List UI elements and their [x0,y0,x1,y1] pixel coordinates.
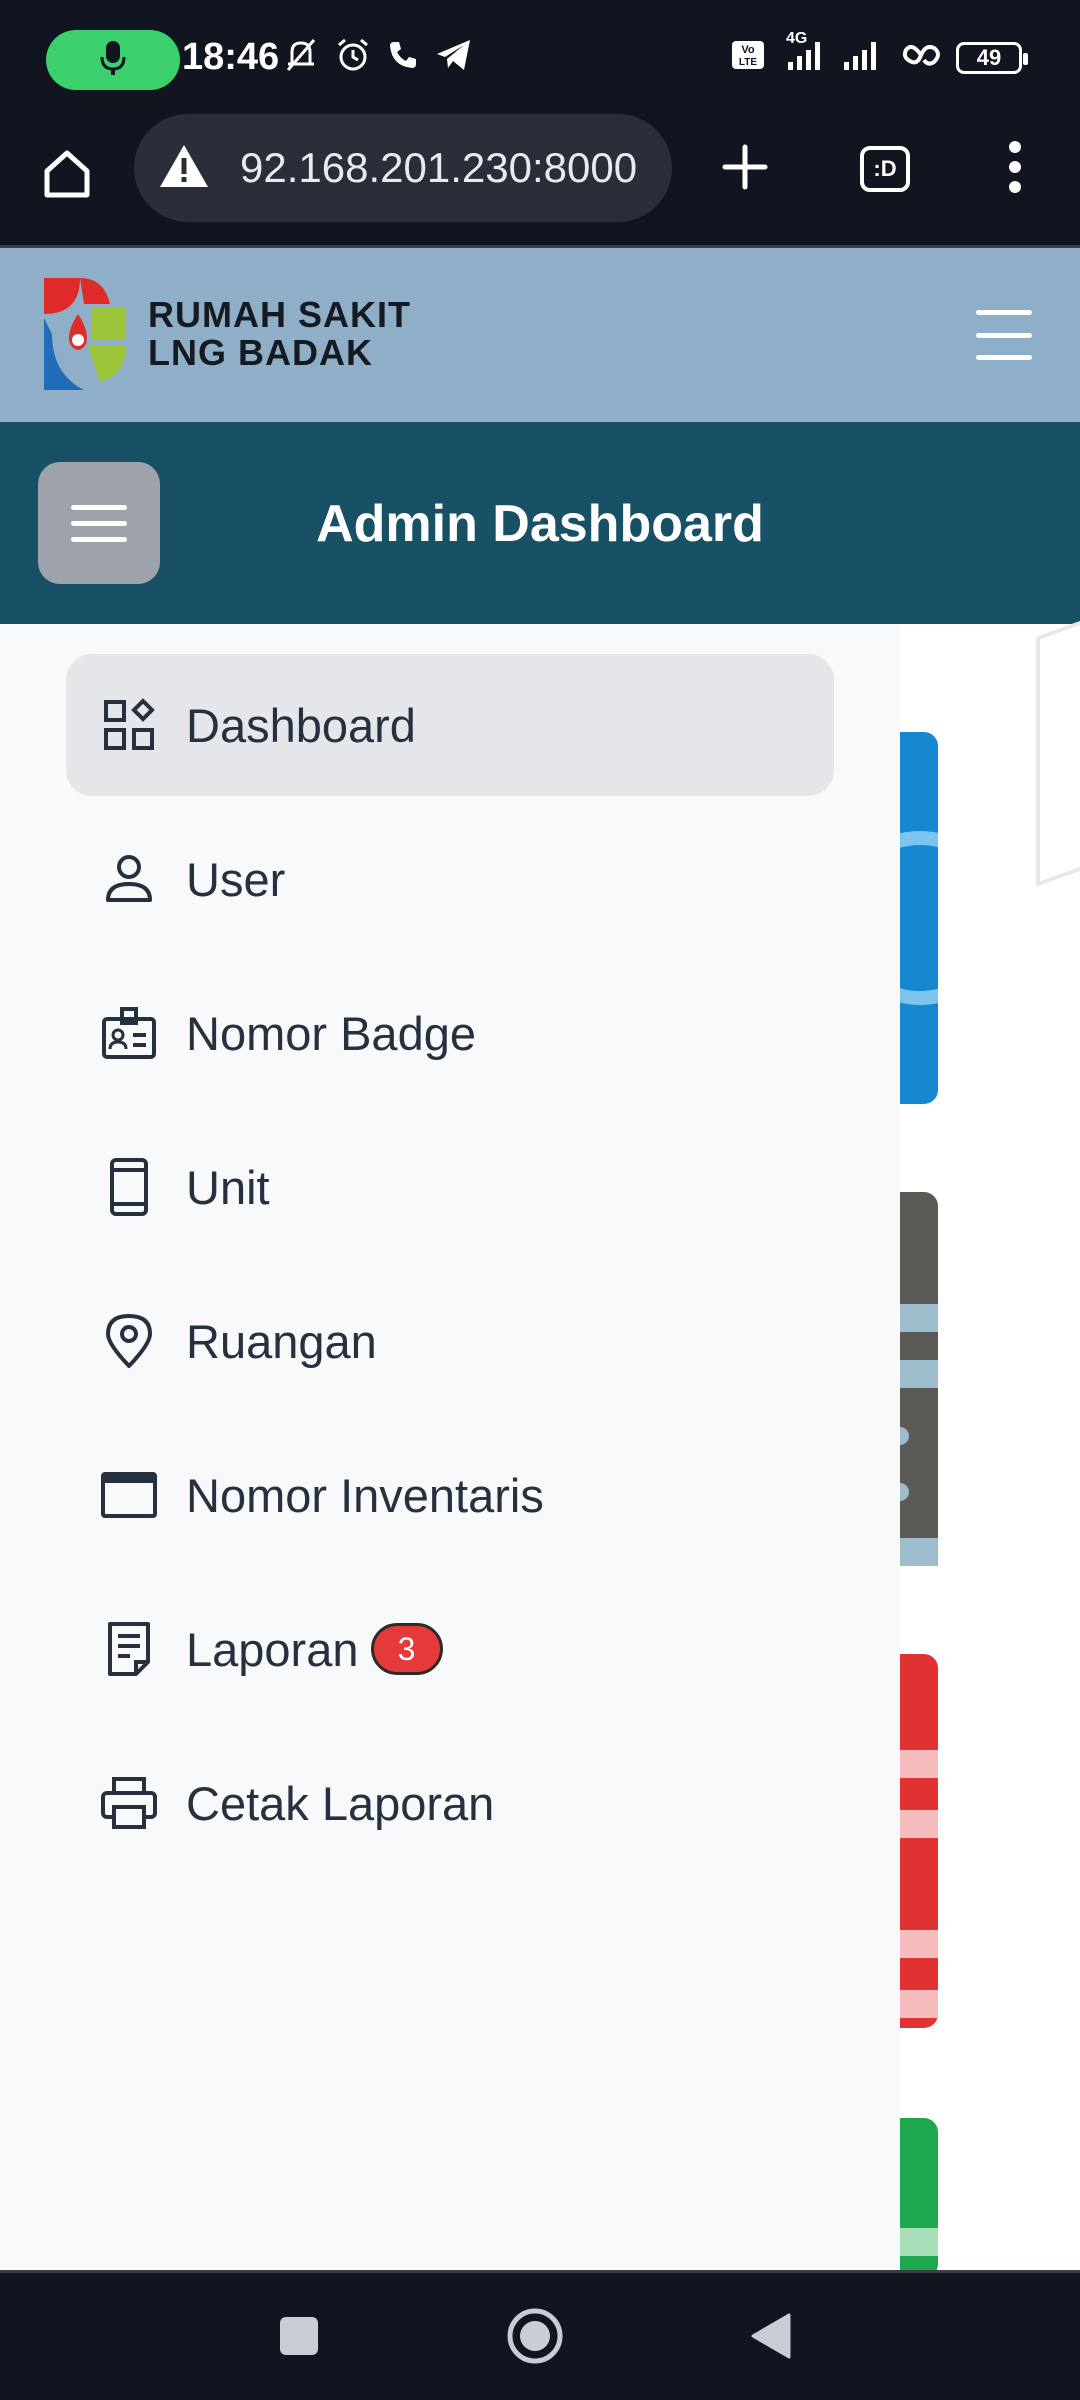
stat-card-red[interactable] [900,1654,938,2028]
home-icon [39,145,95,206]
browser-toolbar: 92.168.201.230:8000 :D [0,114,1080,248]
report-icon [100,1620,158,1678]
address-bar[interactable]: 92.168.201.230:8000 [134,114,672,222]
more-vert-icon [1005,140,1025,199]
new-tab-button[interactable] [710,134,780,204]
printer-icon [100,1774,158,1832]
call-icon [386,38,420,77]
svg-text:Vo: Vo [741,44,755,56]
brand-line-2: LNG BADAK [148,332,373,373]
device-icon [100,1158,158,1216]
mic-indicator[interactable] [46,30,180,90]
sidebar-item-cetak-laporan[interactable]: Cetak Laporan [66,1732,834,1874]
svg-text:LTE: LTE [739,57,757,68]
stat-card-gray[interactable] [891,1192,938,1566]
back-triangle-icon [749,2311,793,2366]
browser-menu-button[interactable] [980,134,1050,204]
background-decoration [1036,615,1080,887]
system-navigation-bar [0,2270,1080,2400]
hotspot-icon [900,38,942,77]
home-button[interactable] [32,140,102,210]
brand-line-1: RUMAH SAKIT [148,294,411,335]
hospital-logo[interactable] [40,274,130,394]
battery-level: 49 [976,44,1002,70]
sidebar-item-nomor-badge[interactable]: Nomor Badge [66,962,834,1104]
clock: 18:46 [182,36,280,78]
admin-header: Admin Dashboard [0,422,1080,624]
sidebar-item-dashboard[interactable]: Dashboard [66,654,834,796]
signal-icon: 4G [780,30,828,77]
sidebar-item-label: Dashboard [186,698,416,752]
mic-icon [100,39,126,82]
tabs-label: :D [873,156,897,181]
signal-icon [842,38,886,77]
badge-id-icon [100,1004,158,1062]
dashboard-icon [100,696,158,754]
site-menu-button[interactable] [976,310,1032,360]
sidebar-item-label: Ruangan [186,1314,377,1368]
status-bar: 18:46 Vo LTE 4G 49 [0,0,1080,120]
site-header: RUMAH SAKIT LNG BADAK [0,248,1080,422]
notification-badge: 3 [370,1623,443,1675]
sidebar-item-label: Laporan [186,1622,359,1676]
page-title: Admin Dashboard [316,495,764,553]
stat-card-green[interactable] [900,2118,938,2278]
recents-button[interactable] [264,2303,334,2373]
home-nav-button[interactable] [500,2303,570,2373]
sidebar-item-label: Nomor Badge [186,1006,476,1060]
mute-icon [282,36,320,79]
telegram-icon [434,37,474,78]
volte-icon: Vo LTE [730,39,766,76]
brand-name: RUMAH SAKIT LNG BADAK [148,296,411,372]
location-pin-icon [100,1312,158,1370]
sidebar-item-laporan[interactable]: Laporan 3 [66,1578,834,1720]
battery-icon: 49 [956,41,1028,74]
sidebar-item-unit[interactable]: Unit [66,1116,834,1258]
sidebar: Dashboard User Nomor Badge Unit Ruangan … [0,624,900,2270]
hamburger-icon [976,310,1032,315]
square-icon [278,2315,320,2362]
circle-icon [505,2306,565,2371]
sidebar-item-nomor-inventaris[interactable]: Nomor Inventaris [66,1424,834,1566]
sidebar-item-label: Nomor Inventaris [186,1468,544,1522]
alarm-icon [334,36,372,79]
user-icon [100,850,158,908]
sidebar-item-ruangan[interactable]: Ruangan [66,1270,834,1412]
window-icon [100,1466,158,1524]
tabs-icon: :D [860,146,910,192]
sidebar-item-label: User [186,852,286,906]
warning-icon [158,143,210,194]
plus-icon [721,143,769,196]
sidebar-item-label: Unit [186,1160,270,1214]
network-type: 4G [786,30,808,47]
tab-switcher-button[interactable]: :D [850,134,920,204]
sidebar-item-user[interactable]: User [66,808,834,950]
stat-card-blue[interactable] [833,732,1007,1104]
sidebar-item-label: Cetak Laporan [186,1776,495,1830]
url-text: 92.168.201.230:8000 [240,144,638,191]
back-button[interactable] [736,2303,806,2373]
